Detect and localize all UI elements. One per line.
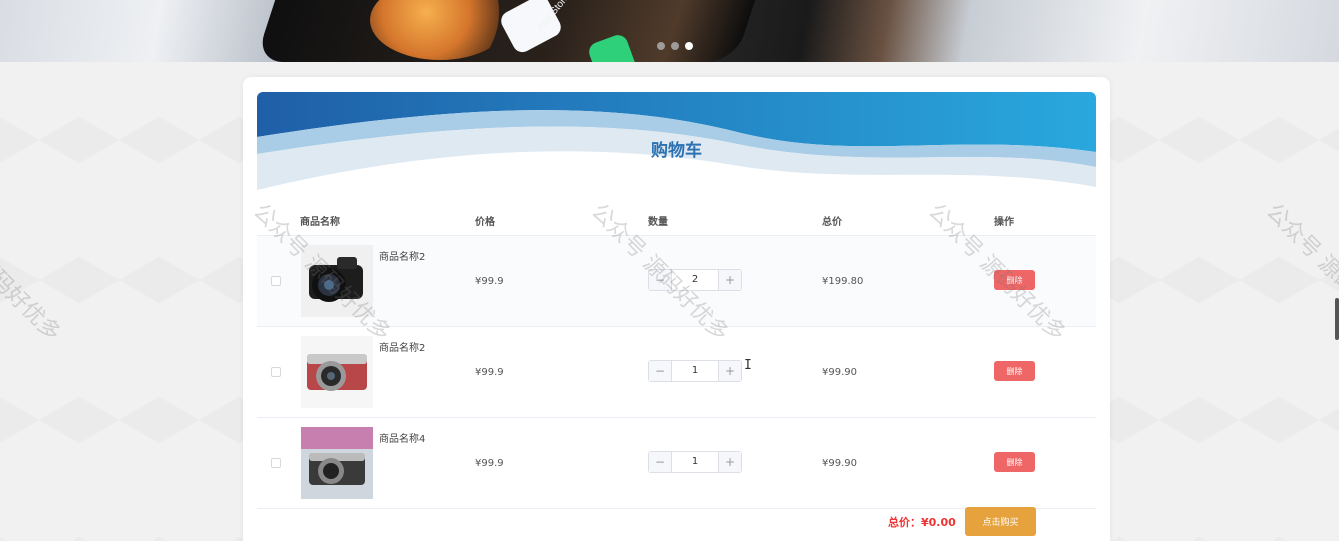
cart-panel: 购物车 商品名称 价格 数量 总价 操作 商品名称2 ¥99.9 − 2 + ¥ <box>243 77 1110 541</box>
product-image <box>301 336 373 408</box>
quantity-stepper[interactable]: − 2 + <box>648 269 742 291</box>
increment-button[interactable]: + <box>718 270 741 290</box>
product-image <box>301 245 373 317</box>
quantity-input[interactable]: 1 <box>672 361 718 381</box>
table-header: 商品名称 价格 数量 总价 操作 <box>257 200 1096 236</box>
quantity-stepper[interactable]: − 1 + <box>648 451 742 473</box>
cart-title: 购物车 <box>651 141 702 161</box>
cart-header: 购物车 <box>257 92 1096 200</box>
col-quantity: 数量 <box>648 217 668 228</box>
product-name: 商品名称4 <box>379 434 426 445</box>
product-price: ¥99.9 <box>475 276 504 287</box>
quantity-input[interactable]: 1 <box>672 452 718 472</box>
table-row: 商品名称2 ¥99.9 − 2 + ¥199.80 删除 <box>257 236 1096 327</box>
row-total: ¥99.90 <box>822 458 857 469</box>
product-image <box>301 427 373 499</box>
product-price: ¥99.9 <box>475 458 504 469</box>
decrement-button[interactable]: − <box>649 452 672 472</box>
table-row: 商品名称4 ¥99.9 − 1 + ¥99.90 删除 <box>257 418 1096 509</box>
delete-button[interactable]: 删除 <box>994 452 1035 472</box>
row-total: ¥199.80 <box>822 276 864 287</box>
quantity-input[interactable]: 2 <box>672 270 718 290</box>
carousel-dot-3[interactable] <box>685 42 693 50</box>
increment-button[interactable]: + <box>718 361 741 381</box>
carousel-dot-1[interactable] <box>657 42 665 50</box>
product-name: 商品名称2 <box>379 343 426 354</box>
table-row: 商品名称2 ¥99.9 − 1 + ¥99.90 删除 <box>257 327 1096 418</box>
col-total: 总价 <box>822 217 842 228</box>
increment-button[interactable]: + <box>718 452 741 472</box>
decrement-button[interactable]: − <box>649 361 672 381</box>
cart-summary: 总价：¥0.00 <box>888 514 956 530</box>
scrollbar[interactable] <box>1335 298 1339 340</box>
row-checkbox[interactable] <box>271 367 281 377</box>
quantity-stepper[interactable]: − 1 + <box>648 360 742 382</box>
decrement-button[interactable]: − <box>649 270 672 290</box>
col-product-name: 商品名称 <box>300 217 340 228</box>
banner-carousel[interactable]: App Store <box>0 0 1339 62</box>
col-price: 价格 <box>475 217 495 228</box>
carousel-indicators <box>657 42 693 50</box>
product-price: ¥99.9 <box>475 367 504 378</box>
text-cursor-icon: I <box>744 358 752 373</box>
product-name: 商品名称2 <box>379 252 426 263</box>
row-checkbox[interactable] <box>271 458 281 468</box>
carousel-dot-2[interactable] <box>671 42 679 50</box>
summary-label: 总价： <box>888 516 921 529</box>
row-checkbox[interactable] <box>271 276 281 286</box>
summary-value: ¥0.00 <box>921 516 956 529</box>
col-action: 操作 <box>994 217 1014 228</box>
delete-button[interactable]: 删除 <box>994 361 1035 381</box>
row-total: ¥99.90 <box>822 367 857 378</box>
checkout-button[interactable]: 点击购买 <box>965 507 1036 536</box>
delete-button[interactable]: 删除 <box>994 270 1035 290</box>
